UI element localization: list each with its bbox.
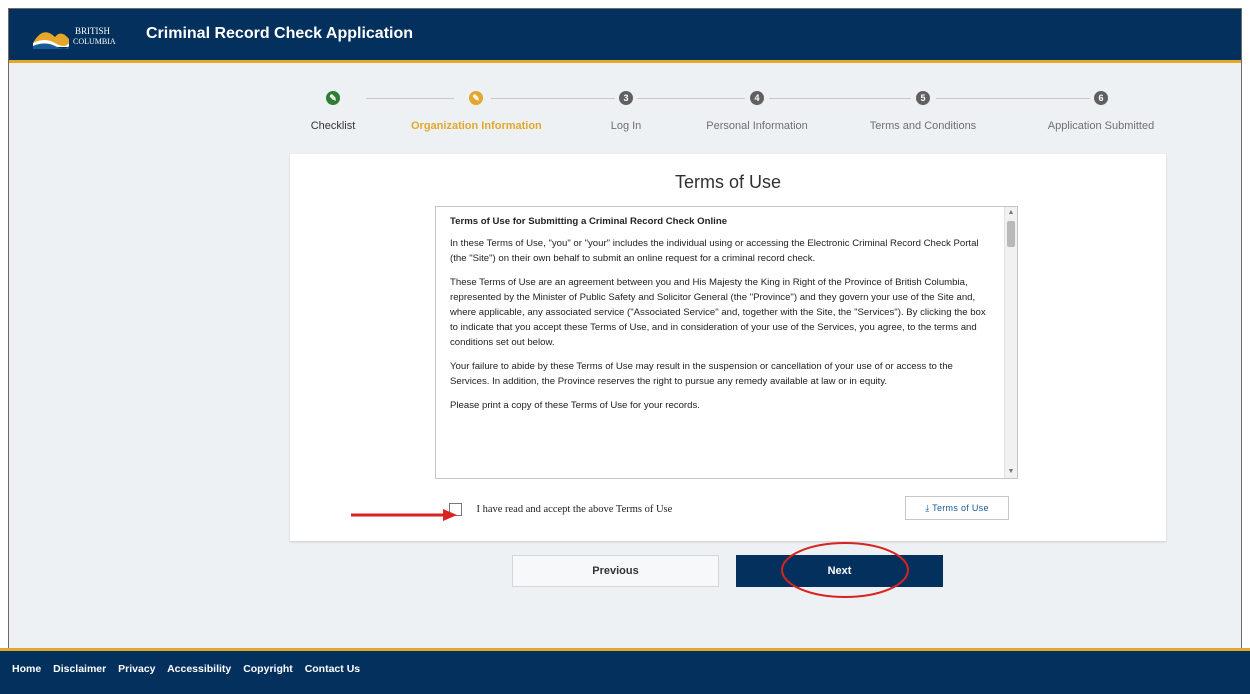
accept-terms-row: I have read and accept the above Terms o… [449, 501, 672, 519]
step-number: 6 [1094, 91, 1108, 105]
terms-scrollbar[interactable]: ▲ ▼ [1004, 207, 1017, 478]
header-bar: BRITISH COLUMBIA Criminal Record Check A… [9, 9, 1241, 63]
footer-bar: Home Disclaimer Privacy Accessibility Co… [0, 648, 1250, 694]
footer-link-disclaimer[interactable]: Disclaimer [53, 663, 106, 675]
download-icon: ⤓ [925, 503, 930, 513]
terms-heading: Terms of Use for Submitting a Criminal R… [450, 216, 728, 227]
logo-text-top: BRITISH [75, 26, 111, 36]
step-number: 4 [750, 91, 764, 105]
terms-paragraph: In these Terms of Use, "you" or "your" i… [450, 238, 979, 264]
footer-link-privacy[interactable]: Privacy [118, 663, 155, 675]
progress-stepper: ✎ Checklist ✎ Organization Information 3… [291, 91, 1171, 141]
terms-text: Terms of Use for Submitting a Criminal R… [436, 207, 1003, 478]
step-checklist[interactable]: ✎ Checklist [268, 91, 398, 132]
terms-paragraph: Your failure to abide by these Terms of … [450, 361, 953, 387]
footer-links: Home Disclaimer Privacy Accessibility Co… [12, 663, 369, 675]
page-title: Terms of Use [674, 172, 782, 192]
download-terms-label: Terms of Use [932, 503, 989, 513]
terms-paragraph: Please print a copy of these Terms of Us… [450, 400, 700, 411]
annotation-arrow-icon [351, 509, 457, 521]
step-label: Checklist [310, 120, 356, 132]
pencil-icon: ✎ [469, 91, 483, 105]
app-title: Criminal Record Check Application [146, 25, 414, 42]
step-personal-information: 4 Personal Information [692, 91, 822, 132]
step-label: Terms and Conditions [869, 120, 977, 132]
step-log-in: 3 Log In [561, 91, 691, 132]
scroll-down-arrow-icon[interactable]: ▼ [1005, 466, 1017, 478]
scrollbar-thumb[interactable] [1007, 221, 1015, 247]
download-terms-button[interactable]: ⤓ Terms of Use [905, 496, 1009, 520]
step-label: Personal Information [706, 120, 808, 132]
app-window: BRITISH COLUMBIA Criminal Record Check A… [8, 8, 1242, 686]
scroll-up-arrow-icon[interactable]: ▲ [1005, 207, 1017, 219]
footer-link-copyright[interactable]: Copyright [243, 663, 293, 675]
annotation-circle-icon [781, 542, 909, 598]
pencil-icon: ✎ [326, 91, 340, 105]
footer-link-home[interactable]: Home [12, 663, 41, 675]
step-label: Application Submitted [1047, 120, 1155, 132]
footer-link-accessibility[interactable]: Accessibility [167, 663, 231, 675]
step-label: Log In [610, 120, 642, 132]
footer-link-contact-us[interactable]: Contact Us [305, 663, 360, 675]
terms-paragraph: These Terms of Use are an agreement betw… [450, 277, 986, 348]
accept-terms-label[interactable]: I have read and accept the above Terms o… [476, 504, 672, 515]
step-organization-information[interactable]: ✎ Organization Information [411, 91, 542, 132]
logo-text-bottom: COLUMBIA [73, 37, 116, 46]
step-label: Organization Information [411, 120, 542, 132]
previous-button[interactable]: Previous [512, 555, 719, 587]
terms-card: Terms of Use Terms of Use for Submitting… [290, 154, 1166, 541]
step-number: 5 [916, 91, 930, 105]
bc-logo[interactable]: BRITISH COLUMBIA [31, 21, 131, 51]
terms-scroll-box[interactable]: Terms of Use for Submitting a Criminal R… [435, 206, 1018, 479]
step-terms-and-conditions: 5 Terms and Conditions [858, 91, 988, 132]
step-number: 3 [619, 91, 633, 105]
step-application-submitted: 6 Application Submitted [1036, 91, 1166, 132]
